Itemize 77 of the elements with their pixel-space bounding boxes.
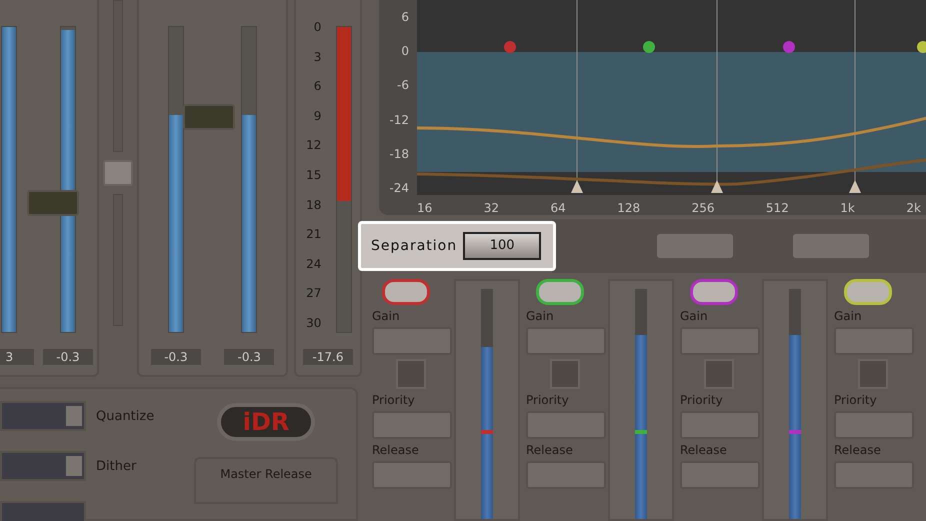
crossover-handle <box>711 180 723 193</box>
meter-reading: -0.3 <box>42 349 93 365</box>
scale-label: 24 <box>305 256 322 271</box>
meter-reading: 3 <box>0 349 34 365</box>
value-button[interactable] <box>526 411 606 439</box>
separation-label: Separation <box>371 238 458 254</box>
crossover-handle <box>849 180 861 193</box>
priority-button[interactable] <box>704 359 734 389</box>
axis-label: 2k <box>906 201 921 215</box>
value-button[interactable] <box>372 327 452 355</box>
control-label: Release <box>372 443 419 457</box>
axis-label: -6 <box>397 78 409 92</box>
value-button[interactable] <box>372 461 452 489</box>
spin-button[interactable] <box>66 456 82 476</box>
option-label: Dither <box>96 458 136 474</box>
value-button[interactable] <box>680 327 760 355</box>
control-label: Gain <box>834 309 862 323</box>
dropdown[interactable] <box>0 401 86 431</box>
value-button[interactable] <box>526 327 606 355</box>
scale-label: 6 <box>312 79 322 94</box>
control-label: Priority <box>834 393 877 407</box>
value-button[interactable] <box>834 411 914 439</box>
value-button[interactable] <box>526 461 606 489</box>
axis-label: -12 <box>389 112 409 127</box>
axis-label: -18 <box>389 146 409 161</box>
meter-reading: -0.3 <box>224 349 274 365</box>
priority-button[interactable] <box>550 359 580 389</box>
control-label: Release <box>834 443 881 457</box>
spin-button[interactable] <box>66 406 82 426</box>
scale-label: 3 <box>312 50 322 64</box>
link-handle[interactable] <box>103 160 134 186</box>
axis-label: -24 <box>389 180 409 195</box>
value-button[interactable] <box>834 327 914 355</box>
crossover-handle <box>571 180 583 193</box>
scale-label: 21 <box>305 227 322 242</box>
value-button[interactable] <box>680 411 760 439</box>
axis-label: 512 <box>766 201 789 215</box>
dropdown[interactable] <box>0 451 86 481</box>
band-toggle[interactable] <box>382 279 430 305</box>
scale-label: 30 <box>305 316 322 330</box>
scale-label: 0 <box>312 20 322 34</box>
scale-label: 15 <box>305 168 322 182</box>
axis-label: 64 <box>550 201 566 215</box>
control-label: Priority <box>680 393 723 407</box>
axis-label: 32 <box>484 201 500 215</box>
control-label: Gain <box>372 309 400 323</box>
control-label: Priority <box>372 393 415 407</box>
value-button[interactable] <box>834 461 914 489</box>
axis-label: 6 <box>401 10 409 24</box>
control-label: Gain <box>526 309 554 323</box>
axis-label: 128 <box>617 201 640 215</box>
scale-label: 27 <box>305 286 322 300</box>
scale-label: 12 <box>305 138 322 152</box>
meter-reading: -0.3 <box>150 349 201 365</box>
meter-reading: -17.6 <box>302 349 353 365</box>
band-toggle[interactable] <box>690 279 738 305</box>
priority-button[interactable] <box>858 359 888 389</box>
separation-field[interactable]: 100 <box>463 232 542 260</box>
scale-label: 9 <box>312 108 322 123</box>
band-toggle[interactable] <box>844 279 892 305</box>
option-label: Quantize <box>96 408 154 424</box>
control-label: Release <box>526 443 573 457</box>
control-label: Release <box>680 443 727 457</box>
axis-label: 1k <box>840 201 855 215</box>
value-button[interactable] <box>680 461 760 489</box>
band-toggle[interactable] <box>536 279 584 305</box>
axis-label: 256 <box>692 201 714 215</box>
value-button[interactable] <box>657 234 734 258</box>
control-label: Gain <box>680 309 708 323</box>
section-label: Master Release <box>220 467 312 481</box>
scale-label: 18 <box>305 198 322 212</box>
axis-label: 0 <box>401 44 409 58</box>
axis-label: 16 <box>417 201 432 215</box>
control-label: Priority <box>526 393 569 407</box>
value-button[interactable] <box>372 411 452 439</box>
priority-button[interactable] <box>396 359 426 389</box>
value-button[interactable] <box>793 234 870 258</box>
